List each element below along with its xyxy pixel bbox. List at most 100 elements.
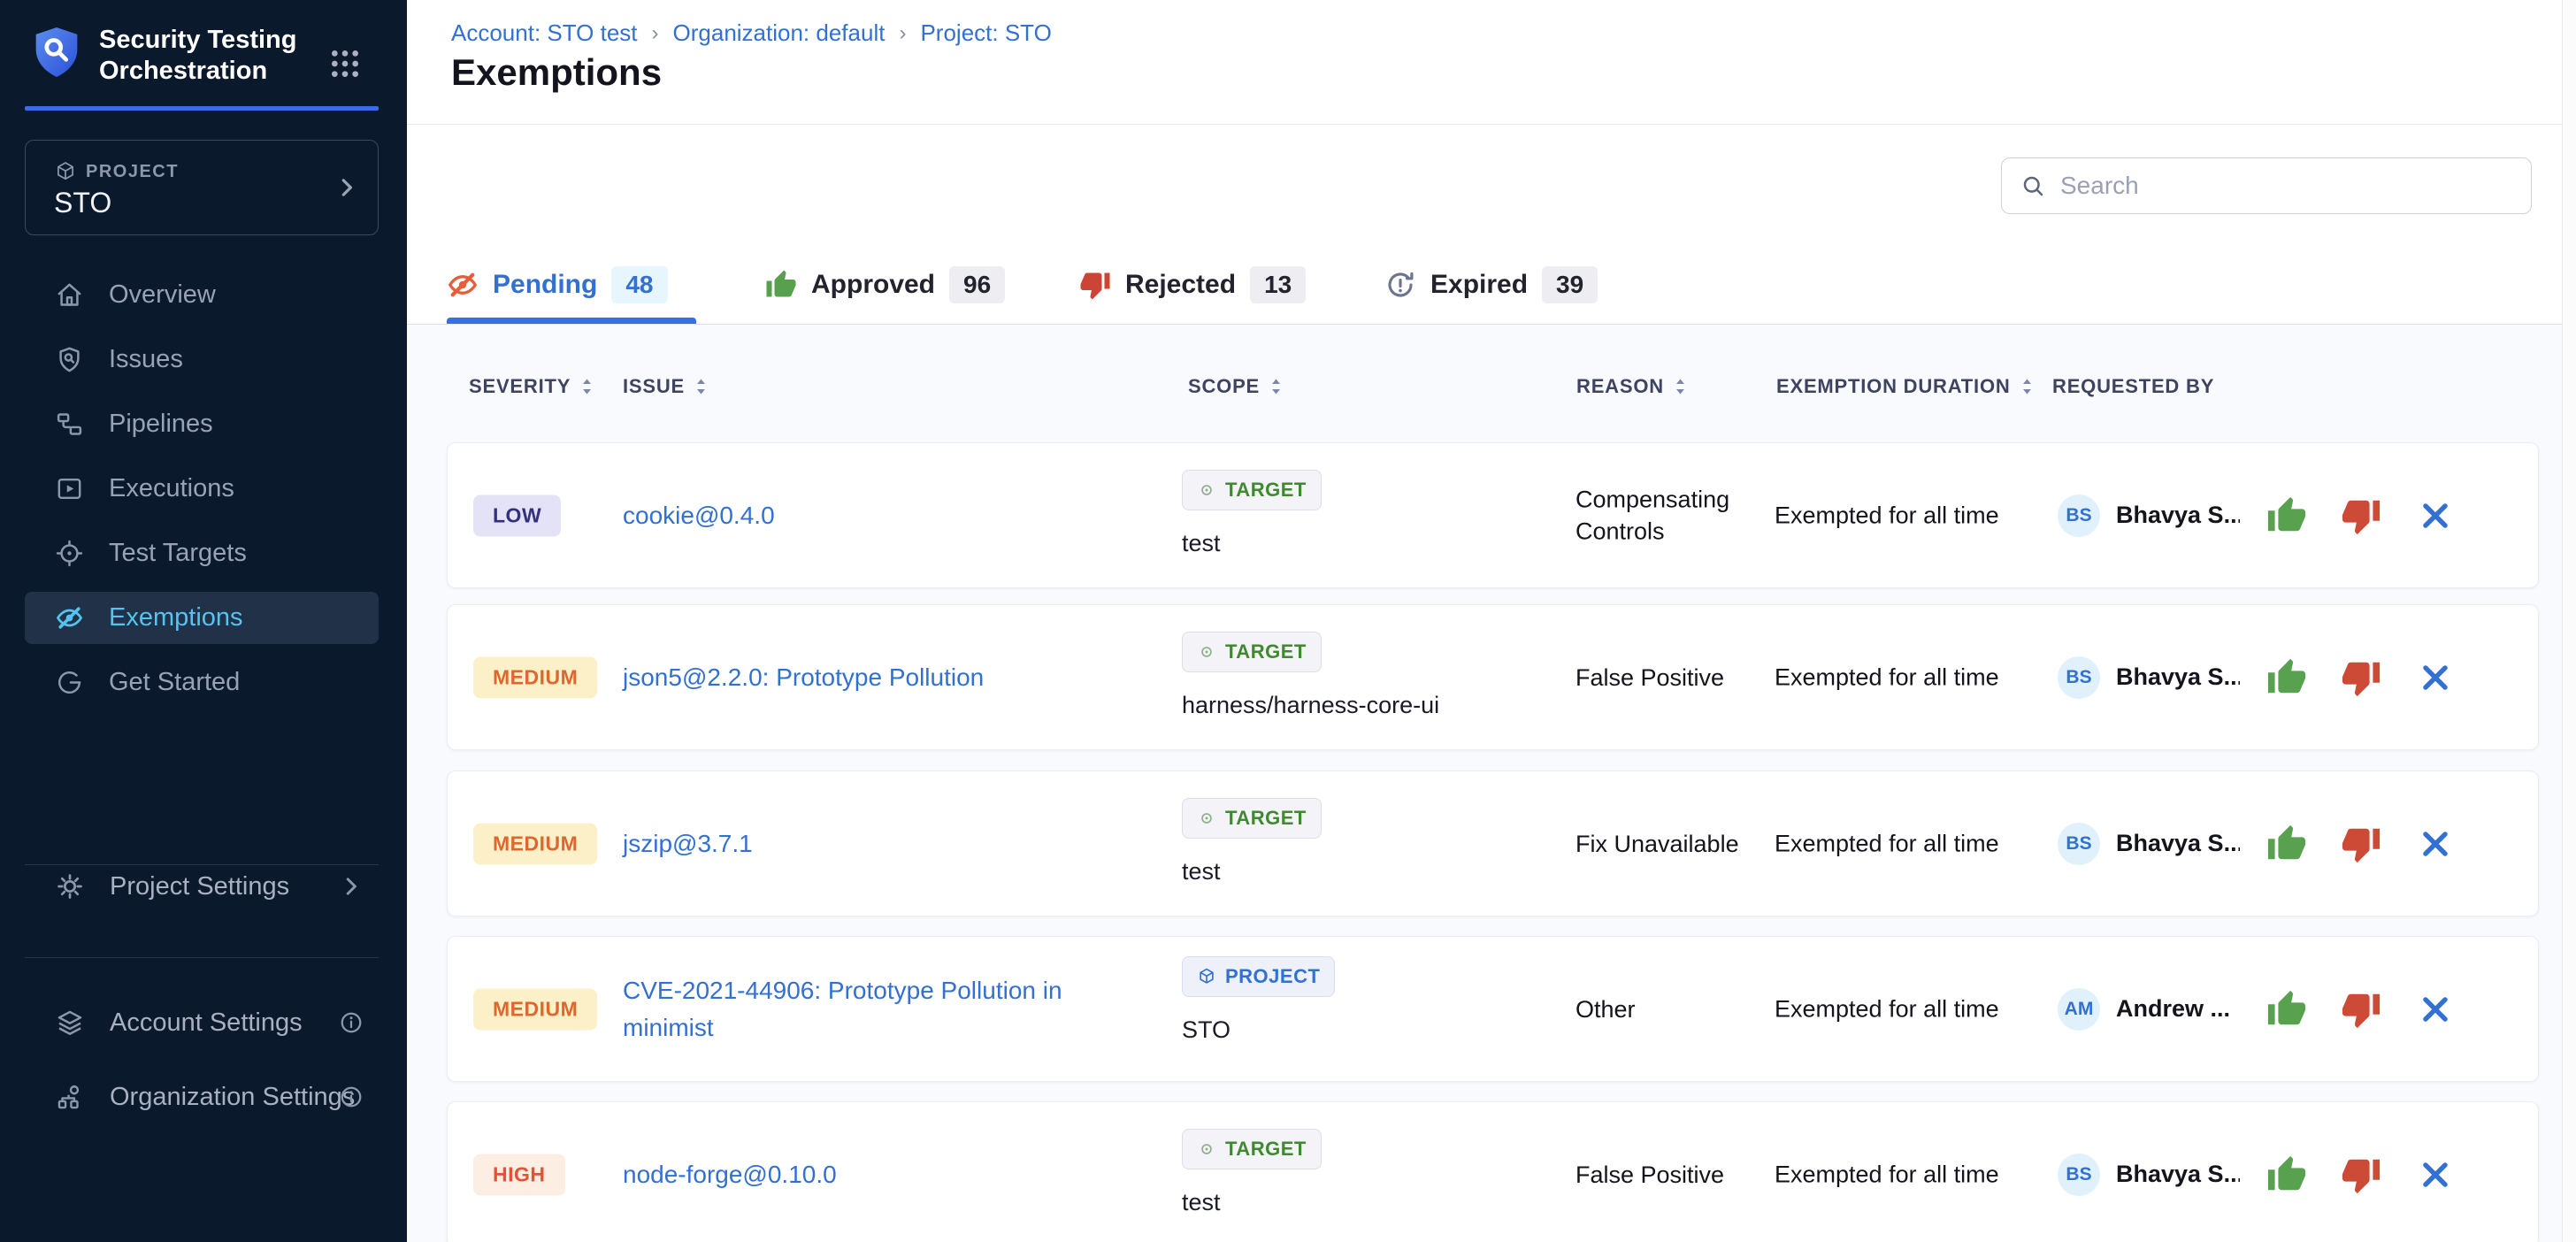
scope-cell: TARGET test: [1182, 1129, 1322, 1216]
sort-icon[interactable]: [694, 376, 709, 397]
sidebar-item-label: Issues: [109, 345, 183, 374]
requester-name: Bhavya S...: [2116, 502, 2240, 529]
sidebar-item-executions[interactable]: Executions: [25, 463, 379, 515]
sidebar-item-issues[interactable]: Issues: [25, 334, 379, 386]
pipelines-icon: [55, 410, 84, 439]
search-input[interactable]: [2060, 172, 2513, 200]
issue-link[interactable]: cookie@0.4.0: [623, 497, 1140, 534]
severity-badge: MEDIUM: [473, 988, 597, 1030]
tabs-bottom-border: [407, 324, 2562, 325]
requester-name: Bhavya S...: [2116, 1161, 2240, 1188]
tab-rejected[interactable]: Rejected 13: [1079, 262, 1306, 308]
requested-by-cell: BS Bhavya S...: [2058, 823, 2240, 865]
table-row: LOW cookie@0.4.0 TARGET test Compensatin…: [447, 442, 2539, 588]
approve-button[interactable]: [2266, 1154, 2307, 1195]
sort-icon[interactable]: [1673, 376, 1688, 397]
approve-button[interactable]: [2266, 495, 2307, 536]
reject-button[interactable]: [2341, 989, 2381, 1030]
breadcrumb-organization[interactable]: Organization: default: [673, 19, 886, 47]
project-selector[interactable]: PROJECT STO: [25, 140, 379, 235]
severity-badge: MEDIUM: [473, 656, 597, 698]
search-box: [2001, 157, 2532, 214]
avatar: BS: [2058, 823, 2100, 865]
tab-label: Expired: [1430, 270, 1528, 300]
settings-item-label: Project Settings: [110, 872, 289, 901]
reason-cell: Fix Unavailable: [1576, 827, 1766, 859]
sidebar-item-label: Executions: [109, 474, 234, 503]
info-icon[interactable]: [338, 1009, 364, 1036]
issue-link[interactable]: json5@2.2.0: Prototype Pollution: [623, 659, 1140, 696]
tab-pending[interactable]: Pending 48: [447, 262, 668, 308]
sidebar-item-project-settings[interactable]: Project Settings: [25, 860, 379, 913]
reject-button[interactable]: [2341, 495, 2381, 536]
sidebar-item-overview[interactable]: Overview: [25, 269, 379, 321]
duration-cell: Exempted for all time: [1775, 995, 1999, 1023]
sidebar-item-pipelines[interactable]: Pipelines: [25, 398, 379, 450]
approve-button[interactable]: [2266, 989, 2307, 1030]
home-icon: [55, 280, 84, 310]
target-icon: [1197, 1139, 1216, 1159]
tab-expired[interactable]: Expired 39: [1384, 262, 1598, 308]
scope-name: harness/harness-core-ui: [1182, 692, 1439, 719]
scrollbar-track[interactable]: [2562, 0, 2576, 1242]
sidebar-divider: [25, 957, 379, 958]
severity-badge: LOW: [473, 494, 561, 536]
breadcrumb-separator: ›: [899, 21, 906, 46]
sort-icon[interactable]: [579, 376, 594, 397]
column-header-issue: ISSUE: [623, 375, 685, 398]
requester-name: Andrew ...: [2116, 995, 2230, 1023]
cancel-request-button[interactable]: [2419, 661, 2452, 694]
sidebar-item-label: Get Started: [109, 668, 240, 697]
sidebar-item-organization-settings[interactable]: Organization Settings: [25, 1070, 379, 1123]
project-selector-label: PROJECT: [86, 162, 179, 182]
cube-icon: [54, 160, 77, 183]
app-title: Security Testing Orchestration: [99, 25, 320, 88]
target-icon: [1197, 809, 1216, 828]
cancel-request-button[interactable]: [2419, 993, 2452, 1026]
issue-link[interactable]: node-forge@0.10.0: [623, 1156, 1140, 1193]
issue-link[interactable]: jszip@3.7.1: [623, 825, 1140, 862]
severity-badge: HIGH: [473, 1154, 565, 1195]
avatar: BS: [2058, 1154, 2100, 1196]
reject-button[interactable]: [2341, 1154, 2381, 1195]
sort-icon[interactable]: [1269, 376, 1284, 397]
approve-button[interactable]: [2266, 824, 2307, 864]
cancel-request-button[interactable]: [2419, 499, 2452, 533]
approve-button[interactable]: [2266, 657, 2307, 698]
header-divider: [407, 124, 2562, 125]
scope-type-badge: TARGET: [1182, 470, 1322, 510]
scope-cell: PROJECT STO: [1182, 956, 1335, 1044]
cancel-request-button[interactable]: [2419, 1158, 2452, 1192]
gear-icon: [55, 871, 85, 901]
table-row: MEDIUM json5@2.2.0: Prototype Pollution …: [447, 604, 2539, 750]
sidebar-item-account-settings[interactable]: Account Settings: [25, 996, 379, 1049]
requested-by-cell: BS Bhavya S...: [2058, 656, 2240, 699]
tab-label: Approved: [811, 270, 935, 300]
tab-count-badge: 96: [949, 266, 1005, 303]
table-header: SEVERITY ISSUE SCOPE REASON EXEMPTION DU…: [447, 375, 2539, 407]
info-icon[interactable]: [338, 1084, 364, 1110]
reject-button[interactable]: [2341, 657, 2381, 698]
app-grid-icon[interactable]: [327, 46, 363, 81]
target-icon: [55, 539, 84, 568]
breadcrumb-project[interactable]: Project: STO: [920, 19, 1051, 47]
sort-icon[interactable]: [2020, 376, 2035, 397]
duration-cell: Exempted for all time: [1775, 663, 1999, 691]
sidebar-item-get-started[interactable]: Get Started: [25, 656, 379, 709]
breadcrumb-account[interactable]: Account: STO test: [451, 19, 638, 47]
chevron-right-icon: [334, 174, 360, 201]
sidebar-item-label: Test Targets: [109, 539, 247, 568]
cancel-request-button[interactable]: [2419, 827, 2452, 861]
sidebar-item-exemptions[interactable]: Exemptions: [25, 592, 379, 644]
scope-type-badge: TARGET: [1182, 1129, 1322, 1169]
severity-badge: MEDIUM: [473, 823, 597, 864]
layers-icon: [55, 1008, 85, 1038]
scope-type-label: TARGET: [1225, 1138, 1307, 1161]
tab-approved[interactable]: Approved 96: [765, 262, 1005, 308]
tab-label: Pending: [493, 270, 597, 300]
sidebar-item-test-targets[interactable]: Test Targets: [25, 527, 379, 579]
issue-link[interactable]: CVE-2021-44906: Prototype Pollution in m…: [623, 972, 1140, 1046]
expired-clock-icon: [1384, 269, 1416, 301]
reject-button[interactable]: [2341, 824, 2381, 864]
sidebar-item-label: Pipelines: [109, 410, 213, 439]
